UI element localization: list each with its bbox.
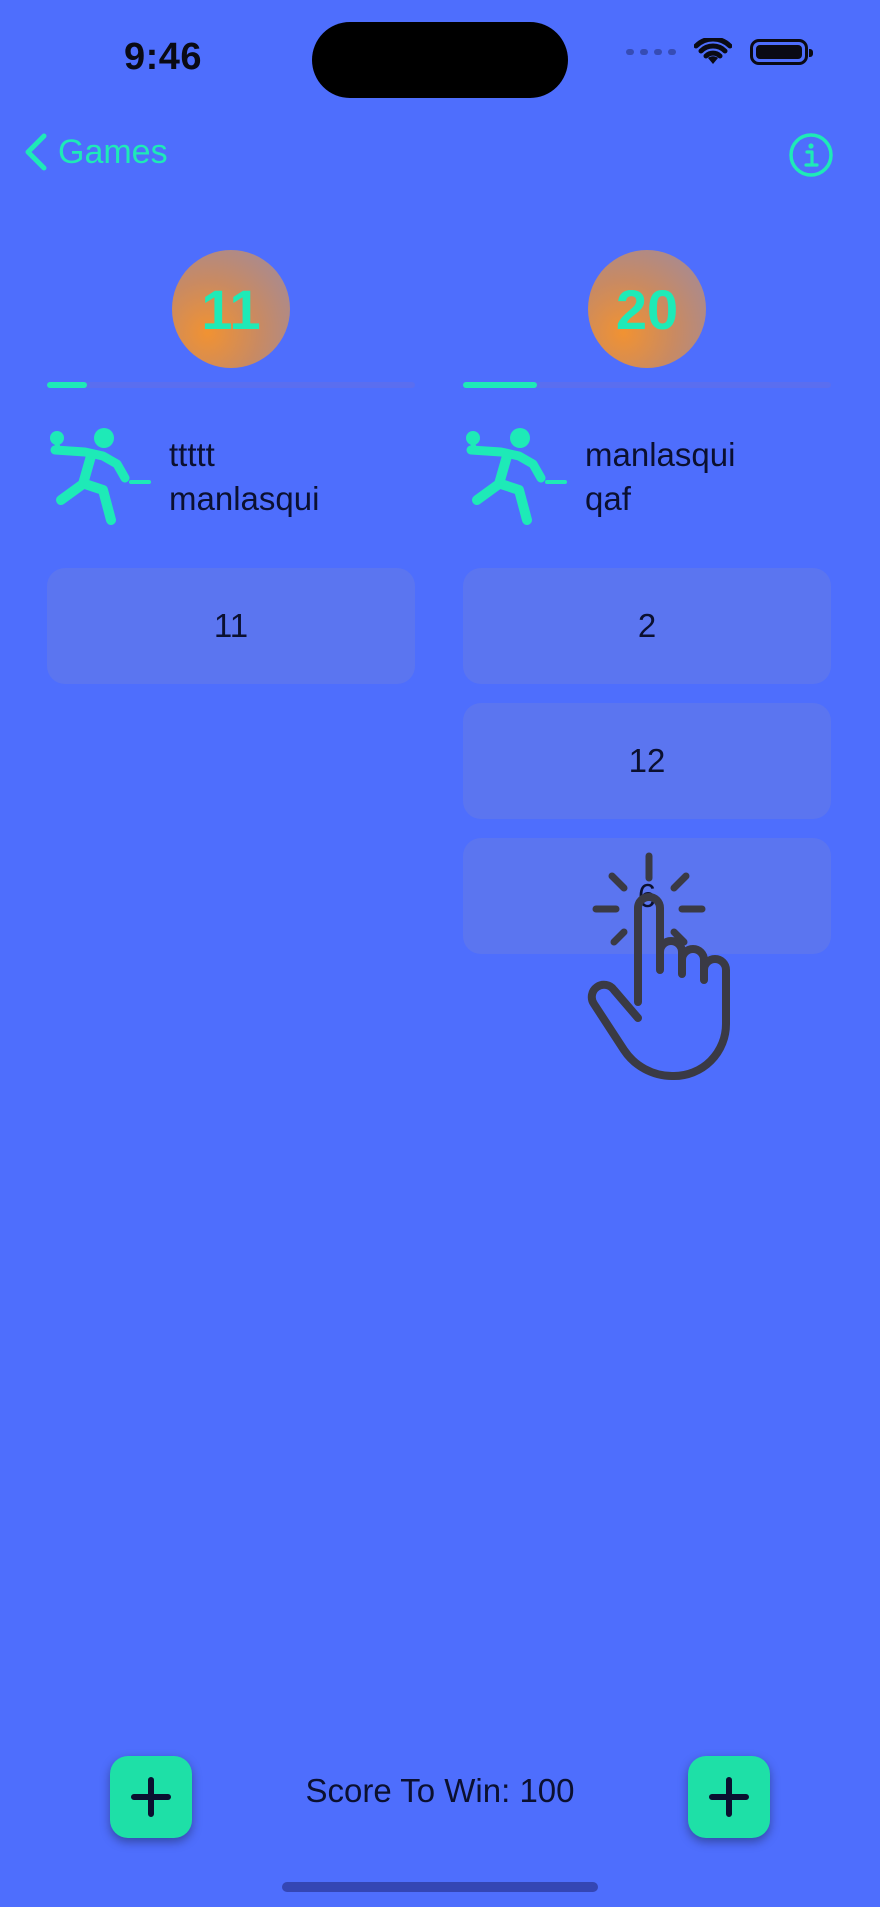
add-score-button-right[interactable]: [688, 1756, 770, 1838]
player-name: ttttt: [169, 436, 215, 473]
player-name: qaf: [585, 480, 631, 517]
cellular-signal-icon: [626, 49, 676, 55]
wifi-icon: [694, 38, 732, 64]
chevron-left-icon: [25, 133, 47, 171]
back-button[interactable]: Games: [24, 132, 168, 172]
dynamic-island: [312, 22, 568, 98]
team-names: ttttt manlasqui: [169, 433, 319, 521]
round-score-row[interactable]: 11: [47, 568, 415, 684]
status-bar: 9:46: [0, 0, 880, 120]
status-time: 9:46: [124, 36, 203, 78]
progress-bar: [47, 382, 415, 388]
ping-pong-player-icon: [50, 428, 151, 525]
tap-hand-icon: [587, 852, 730, 1080]
round-score-row[interactable]: 12: [463, 703, 831, 819]
home-indicator: [282, 1882, 598, 1892]
progress-fill: [47, 382, 88, 388]
team-row: ttttt manlasqui: [47, 422, 415, 532]
info-icon[interactable]: [788, 132, 834, 178]
progress-bar: [463, 382, 831, 388]
battery-icon: [750, 39, 813, 65]
plus-icon: [709, 1777, 749, 1817]
player-name: manlasqui: [169, 480, 320, 517]
ping-pong-player-icon: [466, 428, 567, 525]
team-names: manlasqui qaf: [585, 433, 735, 521]
progress-fill: [463, 382, 537, 388]
round-score-row[interactable]: 2: [463, 568, 831, 684]
player-column-left: 11 ttttt manlasqui 11: [47, 250, 415, 684]
total-score-badge: 11: [172, 250, 290, 368]
player-column-right: 20 manlasqui qaf 2 12 6: [463, 250, 831, 954]
player-name: manlasqui: [585, 436, 736, 473]
back-label: Games: [58, 132, 168, 171]
total-score-badge: 20: [588, 250, 706, 368]
team-row: manlasqui qaf: [463, 422, 831, 532]
status-icons: [626, 38, 813, 66]
